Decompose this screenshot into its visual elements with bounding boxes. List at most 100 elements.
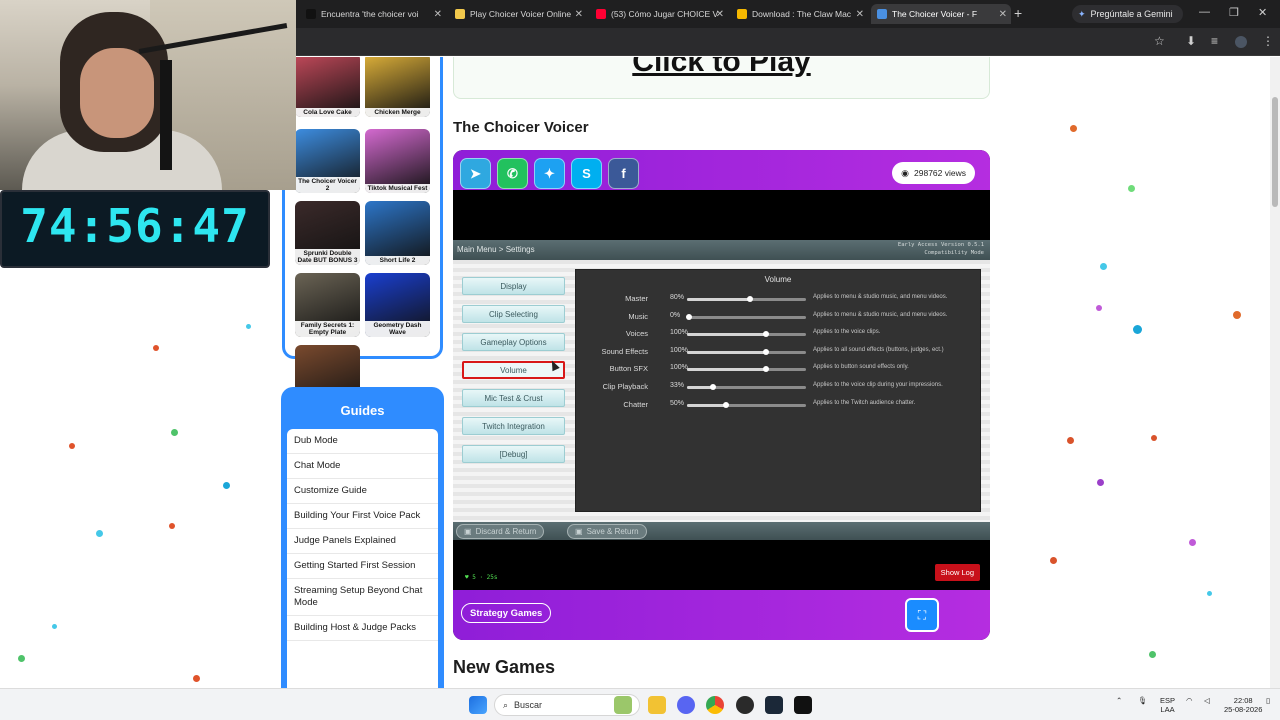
settings-menu-button[interactable]: Clip Selecting xyxy=(462,305,565,323)
browser-tab[interactable]: The Choicer Voicer - F ✕ xyxy=(871,4,1011,24)
skype-share-button[interactable]: S xyxy=(571,158,602,189)
timer-value: 74:56:47 xyxy=(20,199,250,253)
volume-slider-handle[interactable] xyxy=(762,348,769,355)
game-card[interactable]: Tiktok Musical Fest xyxy=(365,129,430,193)
profile-avatar[interactable] xyxy=(1235,36,1247,48)
settings-menu-button[interactable]: Twitch Integration xyxy=(462,417,565,435)
windows-taskbar: ⌕ Buscar ⌃ 🎙 ESP LAA ◠ ◁ 22:08 25-08-202… xyxy=(0,688,1280,720)
volume-slider[interactable] xyxy=(687,331,806,338)
guide-link[interactable]: Chat Mode xyxy=(287,454,438,479)
clock-time: 22:08 xyxy=(1233,696,1253,705)
scrollbar-thumb[interactable] xyxy=(1272,97,1278,207)
browser-tab[interactable]: Play Choicer Voicer Online ✕ xyxy=(449,4,587,24)
download-icon[interactable]: ⬇ xyxy=(1186,34,1196,48)
settings-menu-button[interactable]: Gameplay Options xyxy=(462,333,565,351)
language-indicator[interactable]: ESP LAA xyxy=(1160,696,1175,714)
clock[interactable]: 22:08 25-08-2026 xyxy=(1224,696,1262,714)
volume-row: Clip Playback 33% Applies to the voice cli… xyxy=(576,380,980,394)
game-card[interactable]: Cola Love Cake xyxy=(295,57,360,117)
volume-slider[interactable] xyxy=(687,384,806,390)
game-title: The Choicer Voicer xyxy=(453,119,589,136)
game-card[interactable]: The Choicer Voicer 2 xyxy=(295,129,360,193)
browser-tab[interactable]: Encuentra 'the choicer voi ✕ xyxy=(300,4,446,24)
guide-link[interactable]: Getting Started First Session xyxy=(287,554,438,579)
tab-close-icon[interactable]: ✕ xyxy=(434,9,442,20)
volume-slider[interactable] xyxy=(686,313,806,320)
settings-menu-button[interactable]: [Debug] xyxy=(462,445,565,463)
game-card[interactable]: Short Life 2 xyxy=(365,201,430,265)
volume-slider[interactable] xyxy=(687,401,806,408)
search-icon: ⌕ xyxy=(503,699,509,710)
whatsapp-share-button[interactable]: ✆ xyxy=(497,158,528,189)
guide-link[interactable]: Building Your First Voice Pack xyxy=(287,504,438,529)
browser-menu-icon[interactable]: ⋮ xyxy=(1262,34,1274,48)
maximize-icon[interactable]: ❐ xyxy=(1229,6,1239,19)
new-games-title: New Games xyxy=(453,657,556,677)
obs-icon[interactable] xyxy=(736,696,754,714)
guide-link[interactable]: Streaming Setup Beyond Chat Mode xyxy=(287,579,438,616)
page-scrollbar[interactable] xyxy=(1270,57,1280,688)
volume-icon[interactable]: ◁ xyxy=(1204,696,1210,705)
confetti-dot xyxy=(52,624,57,629)
click-to-play-link[interactable]: Click to Play xyxy=(454,57,989,79)
game-card[interactable]: Family Secrets 1: Empty Plate xyxy=(295,273,360,337)
volume-slider-handle[interactable] xyxy=(747,296,754,302)
close-window-icon[interactable]: ✕ xyxy=(1258,6,1267,19)
discord-icon[interactable] xyxy=(677,696,695,714)
settings-menu-button[interactable]: Display xyxy=(462,277,565,295)
build-mode: Compatibility Mode xyxy=(924,250,984,256)
volume-slider[interactable] xyxy=(687,296,806,302)
game-screen[interactable]: Main Menu > Settings Early Access Versio… xyxy=(453,240,990,540)
reading-list-icon[interactable]: ≡ xyxy=(1211,34,1218,48)
settings-menu-button[interactable]: Mic Test & Crust xyxy=(462,389,565,407)
file-explorer-icon[interactable] xyxy=(648,696,666,714)
tab-title: The Choicer Voicer - F xyxy=(892,9,978,19)
confetti-dot xyxy=(1100,263,1107,270)
volume-slider-handle[interactable] xyxy=(762,366,769,373)
fullscreen-icon[interactable]: ⛶ xyxy=(905,598,939,632)
chrome-icon[interactable] xyxy=(706,696,724,714)
tab-close-icon[interactable]: ✕ xyxy=(575,9,583,20)
tab-close-icon[interactable]: ✕ xyxy=(716,9,724,20)
volume-description: Applies to button sound effects only. xyxy=(813,364,909,371)
notification-icon[interactable]: ▯ xyxy=(1266,696,1270,705)
volume-slider[interactable] xyxy=(687,366,806,373)
game-card[interactable]: Geometry Dash Wave xyxy=(365,273,430,337)
volume-row: Master 80% Applies to menu & studio music,… xyxy=(576,292,980,306)
tab-close-icon[interactable]: ✕ xyxy=(856,9,864,20)
widget-icon[interactable] xyxy=(614,696,632,714)
guide-link[interactable]: Judge Panels Explained xyxy=(287,529,438,554)
microphone-icon[interactable]: 🎙 xyxy=(1138,696,1148,705)
windows-start-icon[interactable] xyxy=(469,696,487,714)
telegram-share-button[interactable]: ➤ xyxy=(460,158,491,189)
wifi-icon[interactable]: ◠ xyxy=(1186,696,1193,705)
show-log-button[interactable]: Show Log xyxy=(934,564,980,581)
guide-link[interactable]: Dub Mode xyxy=(287,429,438,454)
browser-tab[interactable]: (53) Cómo Jugar CHOICE V ✕ xyxy=(590,4,728,24)
facebook-share-button[interactable]: f xyxy=(608,158,639,189)
gemini-button[interactable]: ✦ Pregúntale a Gemini xyxy=(1072,5,1183,23)
volume-slider-handle[interactable] xyxy=(723,401,730,408)
new-tab-button[interactable]: + xyxy=(1014,5,1022,21)
twitter-share-button[interactable]: ✦ xyxy=(534,158,565,189)
volume-slider[interactable] xyxy=(687,348,806,355)
browser-tab[interactable]: Download : The Claw Mac ✕ xyxy=(731,4,868,24)
game-card[interactable]: Chicken Merge xyxy=(365,57,430,117)
save-return-button[interactable]: ▣ Save & Return xyxy=(567,524,647,539)
tab-close-icon[interactable]: ✕ xyxy=(999,9,1007,20)
guide-link[interactable]: Customize Guide xyxy=(287,479,438,504)
tray-chevron-icon[interactable]: ⌃ xyxy=(1116,696,1122,705)
volume-slider-handle[interactable] xyxy=(710,384,717,390)
guide-link[interactable]: Building Host & Judge Packs xyxy=(287,616,438,641)
volume-slider-handle[interactable] xyxy=(686,313,693,320)
click-to-play-box[interactable]: Click to Play xyxy=(453,57,990,99)
game-card[interactable]: Sprunki Double Date BUT BONUS 3 xyxy=(295,201,360,265)
capcut-icon[interactable] xyxy=(794,696,812,714)
minimize-icon[interactable]: — xyxy=(1199,6,1210,18)
volume-slider-handle[interactable] xyxy=(762,331,769,338)
strategy-games-tag[interactable]: Strategy Games xyxy=(461,603,552,623)
confetti-dot xyxy=(1070,125,1077,132)
steam-icon[interactable] xyxy=(765,696,783,714)
discard-return-button[interactable]: ▣ Discard & Return xyxy=(456,524,545,539)
bookmark-star-icon[interactable]: ☆ xyxy=(1154,34,1165,48)
